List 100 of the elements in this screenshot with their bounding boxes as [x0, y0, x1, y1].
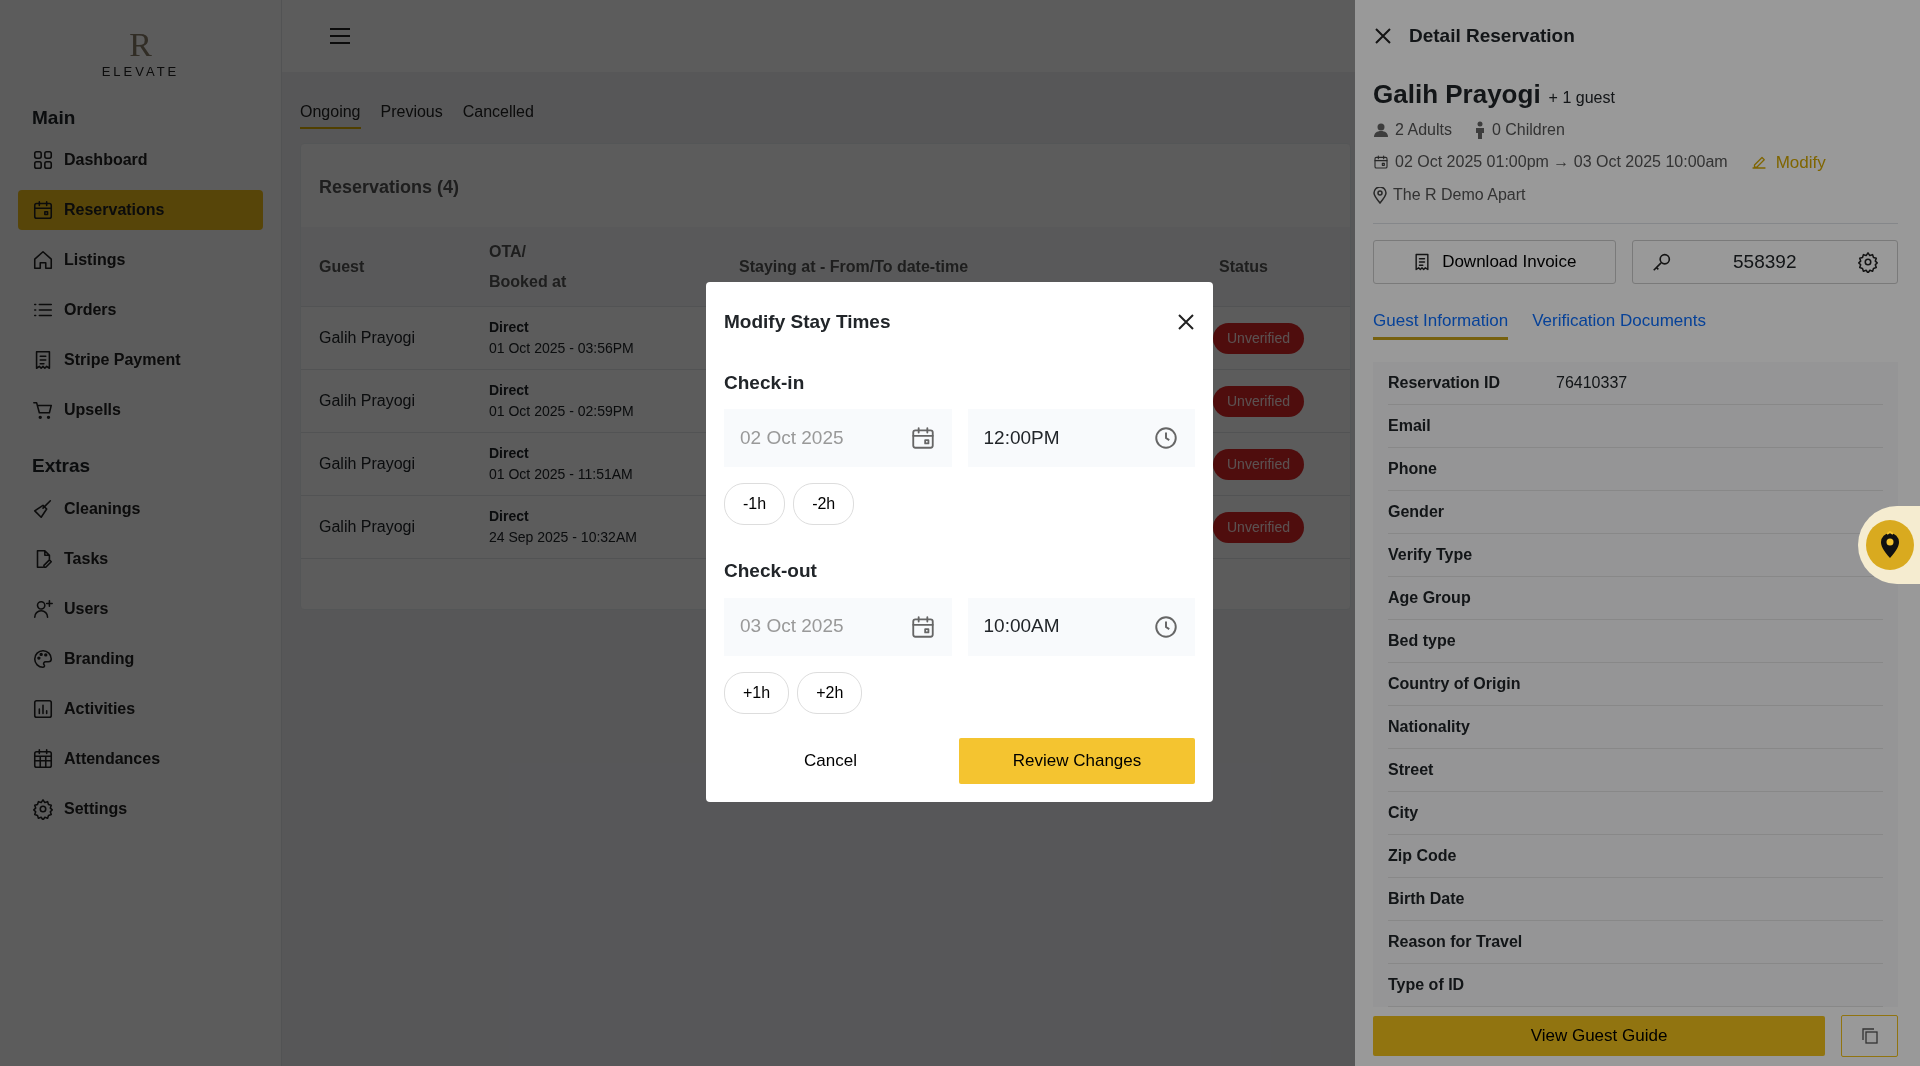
- house-icon: [32, 249, 54, 271]
- children-count: 0 Children: [1491, 119, 1565, 140]
- sidebar-item[interactable]: Users: [18, 588, 263, 629]
- column-header: Status: [1219, 256, 1269, 277]
- field-label: Reason for Travel: [1388, 931, 1524, 952]
- date-field: 03 Oct 2025: [724, 597, 952, 656]
- door-code: 558392: [1733, 249, 1797, 274]
- sidebar-item[interactable]: Stripe Payment: [18, 340, 263, 380]
- person-icon: [1373, 121, 1389, 138]
- clock-icon: [1153, 425, 1179, 451]
- table-cell-text: Galih Prayogi: [319, 517, 417, 537]
- location-icon: [1373, 186, 1387, 204]
- copy-icon: [1861, 1027, 1878, 1044]
- section-title: Main: [32, 105, 77, 130]
- status-badge: Unverified: [1213, 322, 1305, 354]
- palette-icon: [32, 647, 54, 670]
- view-guest-guide-button[interactable]: View Guest Guide: [1373, 1015, 1825, 1056]
- field-label: Country of Origin: [1388, 673, 1522, 694]
- column-header: OTA/: [489, 241, 528, 262]
- table-cell-text: Direct: [489, 318, 530, 337]
- adjust-button[interactable]: +1h: [724, 671, 790, 714]
- table-cell-text: 01 Oct 2025 - 11:51AM: [489, 465, 634, 484]
- guest-count: + 1 guest: [1548, 87, 1615, 108]
- adjust-button[interactable]: -1h: [724, 483, 786, 525]
- key-icon: [1650, 251, 1673, 273]
- section-title: Check-out: [724, 559, 818, 583]
- calendar-icon: [32, 747, 54, 770]
- field-label: City: [1388, 802, 1420, 823]
- grid-icon: [32, 149, 54, 171]
- field-label: Reservation ID: [1388, 372, 1502, 393]
- sidebar-item[interactable]: Attendances: [18, 738, 263, 779]
- column-header: Guest: [319, 256, 366, 277]
- cancel-button[interactable]: Cancel: [798, 746, 863, 775]
- sidebar-item[interactable]: Reservations: [18, 190, 263, 230]
- time-field[interactable]: 10:00AM: [967, 597, 1195, 656]
- guest-name: Galih Prayogi: [1373, 77, 1541, 111]
- table-cell-text: 24 Sep 2025 - 10:32AM: [489, 528, 638, 547]
- settings-icon[interactable]: [1857, 251, 1879, 273]
- column-header: Booked at: [489, 271, 568, 292]
- field-label: Verify Type: [1388, 544, 1474, 565]
- adjust-button[interactable]: +2h: [797, 671, 863, 714]
- logo-text: ELEVATE: [100, 63, 181, 81]
- sidebar-item[interactable]: Dashboard: [18, 140, 263, 180]
- sidebar-item[interactable]: Orders: [18, 290, 263, 330]
- field-label: Bed type: [1388, 630, 1457, 651]
- modify-link[interactable]: Modify: [1749, 149, 1826, 175]
- field-label: Gender: [1388, 501, 1445, 522]
- table-cell-text: 01 Oct 2025 - 02:59PM: [489, 402, 635, 421]
- sidebar-item[interactable]: Cleanings: [18, 488, 263, 529]
- tab[interactable]: Ongoing: [300, 100, 361, 129]
- sidebar-item[interactable]: Branding: [18, 638, 263, 679]
- table-cell-text: Direct: [489, 444, 530, 463]
- bar-chart-icon: [32, 697, 54, 720]
- user-plus-icon: [32, 597, 54, 620]
- calendar-icon: [32, 199, 54, 221]
- tab[interactable]: Verification Documents: [1532, 308, 1706, 340]
- tab[interactable]: Previous: [380, 100, 443, 129]
- table-cell-text: Galih Prayogi: [319, 391, 417, 411]
- sidebar-item[interactable]: Tasks: [18, 538, 263, 579]
- column-header: Staying at - From/To date-time: [739, 256, 970, 277]
- field-label: Nationality: [1388, 716, 1471, 737]
- section-title: Check-in: [724, 370, 806, 395]
- close-icon[interactable]: [1177, 313, 1195, 332]
- broom-icon: [32, 497, 54, 520]
- table-cell-text: 01 Oct 2025 - 03:56PM: [489, 339, 635, 358]
- table-cell-text: Direct: [489, 507, 530, 526]
- tab[interactable]: Guest Information: [1373, 308, 1509, 340]
- menu-icon[interactable]: [328, 26, 352, 46]
- download-invoice-button[interactable]: Download Invoice: [1373, 240, 1616, 284]
- cart-icon: [32, 399, 54, 421]
- sidebar-item[interactable]: Settings: [18, 788, 263, 829]
- calendar-icon: [909, 425, 936, 451]
- sidebar-item[interactable]: Listings: [18, 240, 263, 280]
- time-field[interactable]: 12:00PM: [967, 409, 1195, 467]
- copy-button[interactable]: [1841, 1014, 1898, 1057]
- field-label: Birth Date: [1388, 888, 1466, 909]
- sidebar-item[interactable]: Upsells: [18, 390, 263, 430]
- tab[interactable]: Cancelled: [462, 100, 534, 129]
- field-label: Type of ID: [1388, 974, 1466, 995]
- field-label: Email: [1388, 415, 1432, 436]
- date-field: 02 Oct 2025: [724, 409, 952, 467]
- field-label: Phone: [1388, 458, 1438, 479]
- card-title: Reservations (4): [318, 176, 461, 199]
- status-badge: Unverified: [1213, 448, 1305, 480]
- section-title: Extras: [32, 454, 92, 478]
- status-badge: Unverified: [1213, 511, 1305, 543]
- table-cell-text: Direct: [489, 381, 530, 400]
- dialog-title: Modify Stay Times: [724, 310, 891, 334]
- panel-title: Detail Reservation: [1409, 24, 1575, 48]
- stay-dates: 02 Oct 2025 01:00pm → 03 Oct 2025 10:00am: [1395, 152, 1728, 173]
- sidebar-item[interactable]: Activities: [18, 688, 263, 729]
- field-value: 76410337: [1556, 372, 1628, 393]
- table-cell-text: Galih Prayogi: [319, 454, 417, 474]
- settings-icon: [32, 797, 54, 820]
- adjust-button[interactable]: -2h: [793, 483, 855, 525]
- field-label: Age Group: [1388, 587, 1472, 608]
- field-label: Street: [1388, 759, 1435, 780]
- review-changes-button[interactable]: Review Changes: [959, 737, 1195, 784]
- property-name: The R Demo Apart: [1393, 185, 1526, 205]
- calendar-icon: [1373, 154, 1389, 171]
